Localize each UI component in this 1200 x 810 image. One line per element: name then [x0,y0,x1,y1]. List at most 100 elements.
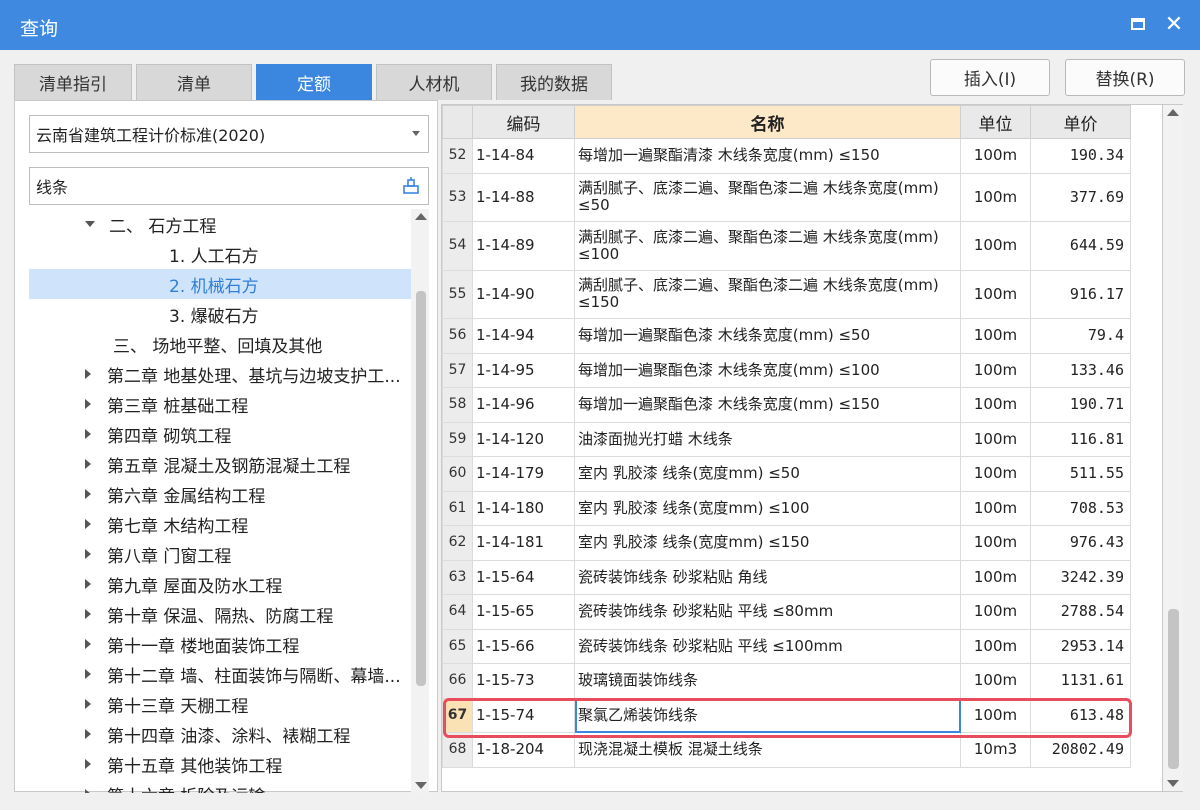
row-number-cell[interactable]: 68 [442,732,473,768]
tree-scrollbar[interactable] [411,209,429,793]
unit-cell[interactable]: 100m [960,221,1031,271]
row-number-cell[interactable]: 61 [442,490,473,526]
code-cell[interactable]: 1-15-66 [472,628,575,664]
name-cell[interactable]: 瓷砖装饰线条 砂浆粘贴 平线 ≤100mm [574,628,961,664]
header-unit[interactable]: 单位 [960,105,1031,139]
price-cell[interactable]: 1131.61 [1030,663,1131,699]
name-cell[interactable]: 每增加一遍聚酯色漆 木线条宽度(mm) ≤50 [574,318,961,354]
code-cell[interactable]: 1-14-96 [472,387,575,423]
code-cell[interactable]: 1-15-65 [472,594,575,630]
unit-cell[interactable]: 100m [960,352,1031,388]
header-name[interactable]: 名称 [574,105,961,139]
expand-arrow-icon[interactable] [85,519,91,529]
price-cell[interactable]: 644.59 [1030,221,1131,271]
name-cell[interactable]: 瓷砖装饰线条 砂浆粘贴 角线 [574,559,961,595]
scroll-up-icon[interactable] [1167,109,1179,116]
expand-arrow-icon[interactable] [85,369,91,379]
expand-arrow-icon[interactable] [85,759,91,769]
price-cell[interactable]: 79.4 [1030,318,1131,354]
code-cell[interactable]: 1-15-74 [472,697,575,733]
unit-cell[interactable]: 100m [960,628,1031,664]
row-number-cell[interactable]: 57 [442,352,473,388]
table-row[interactable]: 59 1-14-120 油漆面抛光打蜡 木线条 100m 116.81 [442,421,1131,457]
name-cell[interactable]: 室内 乳胶漆 线条(宽度mm) ≤150 [574,525,961,561]
code-cell[interactable]: 1-14-89 [472,221,575,271]
price-cell[interactable]: 190.34 [1030,138,1131,174]
tab-quota[interactable]: 定额 [256,64,372,100]
code-cell[interactable]: 1-14-181 [472,525,575,561]
code-cell[interactable]: 1-15-64 [472,559,575,595]
table-row[interactable]: 54 1-14-89 满刮腻子、底漆二遍、聚酯色漆二遍 木线条宽度(mm) ≤100… [442,221,1131,271]
tree-node[interactable]: 第二章 地基处理、基坑与边坡支护工... [29,359,411,389]
unit-cell[interactable]: 100m [960,525,1031,561]
table-row[interactable]: 53 1-14-88 满刮腻子、底漆二遍、聚酯色漆二遍 木线条宽度(mm) ≤50 1… [442,172,1131,222]
unit-cell[interactable]: 100m [960,594,1031,630]
tree-node[interactable]: 第三章 桩基础工程 [29,389,411,419]
tab-list-guide[interactable]: 清单指引 [14,64,132,100]
name-cell[interactable]: 每增加一遍聚酯清漆 木线条宽度(mm) ≤150 [574,138,961,174]
name-cell[interactable]: 玻璃镜面装饰线条 [574,663,961,699]
price-cell[interactable]: 3242.39 [1030,559,1131,595]
row-number-cell[interactable]: 65 [442,628,473,664]
name-cell[interactable]: 每增加一遍聚酯色漆 木线条宽度(mm) ≤100 [574,352,961,388]
price-cell[interactable]: 511.55 [1030,456,1131,492]
tree-node[interactable]: 3. 爆破石方 [29,299,411,329]
price-cell[interactable]: 2788.54 [1030,594,1131,630]
unit-cell[interactable]: 10m3 [960,732,1031,768]
tree-node[interactable]: 第十四章 油漆、涂料、裱糊工程 [29,719,411,749]
row-number-cell[interactable]: 54 [442,221,473,271]
code-cell[interactable]: 1-14-95 [472,352,575,388]
price-cell[interactable]: 613.48 [1030,697,1131,733]
expand-arrow-icon[interactable] [85,429,91,439]
code-cell[interactable]: 1-14-180 [472,490,575,526]
row-number-cell[interactable]: 63 [442,559,473,595]
tree-node[interactable]: 第十章 保温、隔热、防腐工程 [29,599,411,629]
tree-node[interactable]: 二、 石方工程 [29,209,411,239]
tab-my-data[interactable]: 我的数据 [496,64,612,100]
table-row[interactable]: 57 1-14-95 每增加一遍聚酯色漆 木线条宽度(mm) ≤100 100m 133… [442,352,1131,388]
name-cell[interactable]: 现浇混凝土模板 混凝土线条 [574,732,961,768]
name-cell[interactable]: 满刮腻子、底漆二遍、聚酯色漆二遍 木线条宽度(mm) ≤50 [574,172,961,222]
expand-arrow-icon[interactable] [85,399,91,409]
price-cell[interactable]: 133.46 [1030,352,1131,388]
collapse-arrow-icon[interactable] [85,221,95,227]
unit-cell[interactable]: 100m [960,559,1031,595]
unit-cell[interactable]: 100m [960,421,1031,457]
tree-node[interactable]: 三、 场地平整、回填及其他 [29,329,411,359]
table-row[interactable]: 62 1-14-181 室内 乳胶漆 线条(宽度mm) ≤150 100m 976.43 [442,525,1131,561]
table-row[interactable]: 68 1-18-204 现浇混凝土模板 混凝土线条 10m3 20802.49 [442,732,1131,768]
row-number-cell[interactable]: 59 [442,421,473,457]
row-number-cell[interactable]: 64 [442,594,473,630]
tree-node[interactable]: 第七章 木结构工程 [29,509,411,539]
unit-cell[interactable]: 100m [960,138,1031,174]
unit-cell[interactable]: 100m [960,697,1031,733]
table-row[interactable]: 52 1-14-84 每增加一遍聚酯清漆 木线条宽度(mm) ≤150 100m 190… [442,138,1131,174]
table-row[interactable]: 61 1-14-180 室内 乳胶漆 线条(宽度mm) ≤100 100m 708.53 [442,490,1131,526]
code-cell[interactable]: 1-18-204 [472,732,575,768]
name-cell[interactable]: 满刮腻子、底漆二遍、聚酯色漆二遍 木线条宽度(mm) ≤100 [574,221,961,271]
maximize-button[interactable] [1124,10,1152,38]
scroll-up-icon[interactable] [415,213,427,220]
table-row[interactable]: 58 1-14-96 每增加一遍聚酯色漆 木线条宽度(mm) ≤150 100m 190… [442,387,1131,423]
price-cell[interactable]: 116.81 [1030,421,1131,457]
table-row[interactable]: 56 1-14-94 每增加一遍聚酯色漆 木线条宽度(mm) ≤50 100m 79.4 [442,318,1131,354]
price-cell[interactable]: 20802.49 [1030,732,1131,768]
tree-node[interactable]: 第六章 金属结构工程 [29,479,411,509]
tree-node[interactable]: 第十二章 墙、柱面装饰与隔断、幕墙... [29,659,411,689]
table-row[interactable]: 66 1-15-73 玻璃镜面装饰线条 100m 1131.61 [442,663,1131,699]
row-number-cell[interactable]: 55 [442,269,473,319]
scroll-thumb[interactable] [1168,609,1179,769]
tree-node[interactable]: 第九章 屋面及防水工程 [29,569,411,599]
unit-cell[interactable]: 100m [960,318,1031,354]
row-number-cell[interactable]: 52 [442,138,473,174]
tree-node[interactable]: 第四章 砌筑工程 [29,419,411,449]
unit-cell[interactable]: 100m [960,172,1031,222]
expand-arrow-icon[interactable] [85,789,91,793]
expand-arrow-icon[interactable] [85,639,91,649]
code-cell[interactable]: 1-14-94 [472,318,575,354]
tree-node[interactable]: 第十五章 其他装饰工程 [29,749,411,779]
name-cell[interactable]: 每增加一遍聚酯色漆 木线条宽度(mm) ≤150 [574,387,961,423]
tree-node[interactable]: 1. 人工石方 [29,239,411,269]
name-cell[interactable]: 聚氯乙烯装饰线条 [574,697,961,733]
expand-arrow-icon[interactable] [85,579,91,589]
